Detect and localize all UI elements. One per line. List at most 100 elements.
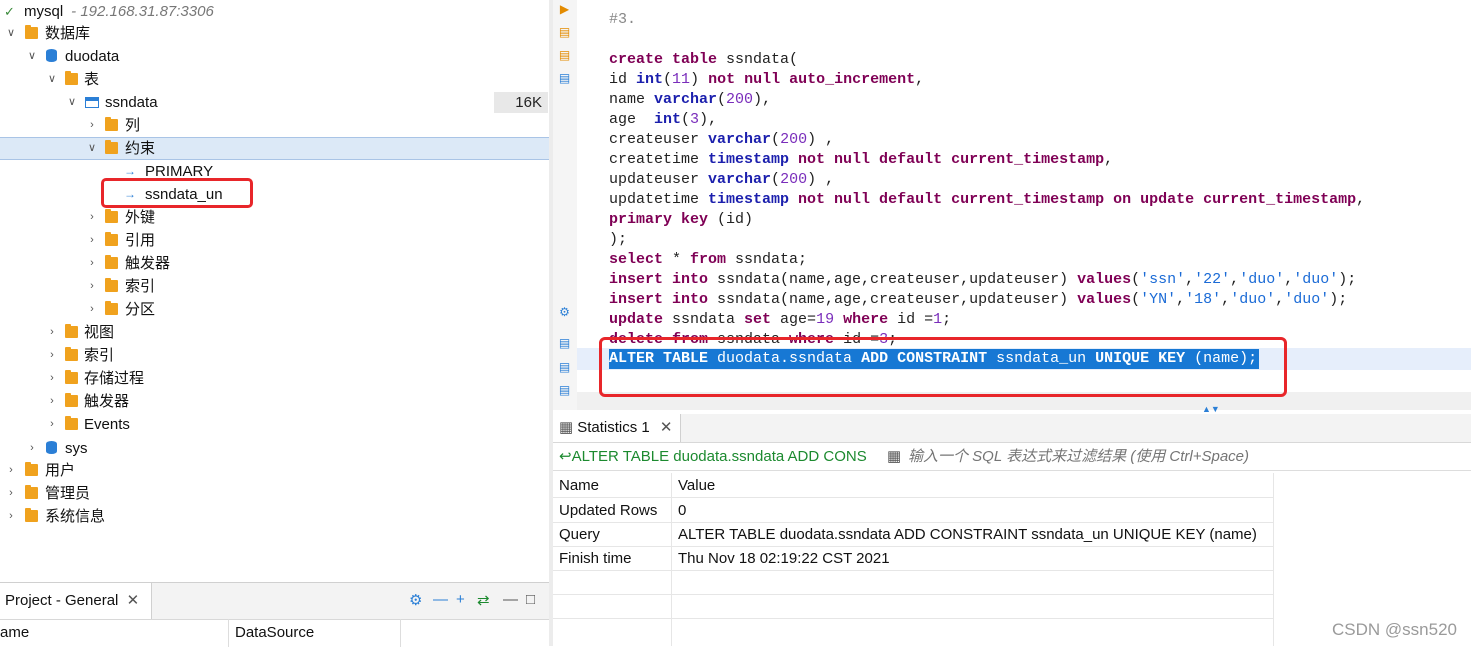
tree-item-references[interactable]: › 引用 (0, 229, 549, 252)
format-icon[interactable]: ▤ (558, 384, 571, 397)
tree-item-databases[interactable]: ∨ 数据库 (0, 22, 549, 45)
code-line: name varchar(200), (609, 91, 772, 108)
execute-icon[interactable]: ▶ (558, 3, 571, 16)
code-line: createuser varchar(200) , (609, 131, 835, 148)
tree-item-duodata[interactable]: ∨ duodata (0, 45, 549, 68)
code-line: ); (609, 231, 628, 248)
chevron-right-icon[interactable]: › (87, 206, 97, 229)
tree-item-views[interactable]: › 视图 (0, 321, 549, 344)
expand-icon[interactable]: + (456, 591, 465, 608)
tree-item-ssndata-un[interactable]: → ssndata_un (0, 183, 549, 206)
grid-divider (553, 570, 1273, 571)
tree-label: 表 (84, 71, 100, 88)
tree-item-events[interactable]: › Events (0, 413, 549, 436)
tree-label: 数据库 (45, 25, 91, 42)
chevron-down-icon[interactable]: ∨ (67, 91, 77, 114)
close-icon[interactable]: ✕ (127, 592, 140, 609)
maximize-icon[interactable]: □ (526, 591, 535, 608)
chevron-right-icon[interactable]: › (47, 321, 57, 344)
chevron-right-icon[interactable]: › (87, 114, 97, 137)
tables-folder-icon (65, 71, 78, 85)
cell-value[interactable]: 0 (678, 499, 686, 523)
chevron-down-icon[interactable]: ∨ (47, 68, 57, 91)
project-columns: ame DataSource (0, 619, 549, 647)
cell-name[interactable]: Updated Rows (559, 499, 657, 523)
tree-label: 存储过程 (84, 370, 145, 387)
tree-item-foreign-keys[interactable]: › 外键 (0, 206, 549, 229)
folder-icon (105, 255, 118, 269)
settings-gear-icon[interactable]: ⚙ (558, 306, 571, 319)
info-folder-icon (25, 508, 38, 522)
chevron-right-icon[interactable]: › (87, 252, 97, 275)
tree-connection-mysql[interactable]: ✓ mysql - 192.168.31.87:3306 (0, 0, 549, 23)
tree-item-tables[interactable]: ∨ 表 (0, 68, 549, 91)
new-file-icon[interactable]: ▤ (558, 361, 571, 374)
chevron-down-icon[interactable]: ∨ (27, 45, 37, 68)
tree-item-table-triggers[interactable]: › 触发器 (0, 252, 549, 275)
link-icon[interactable]: ⇄ (477, 591, 490, 609)
chevron-right-icon[interactable]: › (47, 390, 57, 413)
tree-item-sys[interactable]: › sys (0, 437, 549, 460)
tree-item-columns[interactable]: › 列 (0, 114, 549, 137)
collapse-icon[interactable]: — (433, 591, 448, 608)
gear-icon[interactable]: ⚙ (409, 591, 422, 609)
cell-value[interactable]: Thu Nov 18 02:19:22 CST 2021 (678, 547, 890, 571)
chevron-right-icon[interactable]: › (87, 275, 97, 298)
chevron-right-icon[interactable]: › (27, 437, 37, 460)
chevron-right-icon[interactable]: › (87, 229, 97, 252)
tree-label: 管理员 (45, 485, 91, 502)
tree-item-table-indexes[interactable]: › 索引 (0, 275, 549, 298)
tree-label: 外键 (125, 209, 156, 226)
tree-item-indexes[interactable]: › 索引 (0, 344, 549, 367)
panel-resize-arrows-icon[interactable]: ▲▼ (1202, 404, 1220, 414)
tree-item-triggers[interactable]: › 触发器 (0, 390, 549, 413)
header-name[interactable]: Name (559, 474, 599, 498)
query-icon: ↩ (559, 448, 572, 465)
column-name[interactable]: ame (0, 619, 229, 647)
chevron-right-icon[interactable]: › (87, 298, 97, 321)
export-icon[interactable]: ▤ (558, 337, 571, 350)
constraints-folder-icon (105, 140, 118, 154)
header-value[interactable]: Value (678, 474, 715, 498)
tree-label: 系统信息 (45, 508, 106, 525)
tree-item-sysinfo[interactable]: › 系统信息 (0, 505, 549, 528)
cell-name[interactable]: Query (559, 523, 600, 547)
tree-label: 索引 (125, 278, 156, 295)
chevron-right-icon[interactable]: › (47, 344, 57, 367)
chevron-down-icon[interactable]: ∨ (6, 22, 16, 45)
cell-name[interactable]: Finish time (559, 547, 632, 571)
tree-item-partitions[interactable]: › 分区 (0, 298, 549, 321)
tree-item-primary[interactable]: → PRIMARY (0, 160, 549, 183)
chevron-right-icon[interactable]: › (6, 459, 16, 482)
filter-input[interactable] (908, 443, 1448, 470)
tree-item-admin[interactable]: › 管理员 (0, 482, 549, 505)
users-folder-icon (25, 462, 38, 476)
filter-query-label[interactable]: ↩ALTER TABLE duodata.ssndata ADD CONS (559, 443, 867, 470)
admin-folder-icon (25, 485, 38, 499)
folder-icon (65, 416, 78, 430)
close-icon[interactable]: ✕ (660, 419, 673, 436)
database-navigator: ✓ mysql - 192.168.31.87:3306 ∨ 数据库 ∨ duod… (0, 0, 549, 580)
chevron-right-icon[interactable]: › (47, 413, 57, 436)
tab-statistics[interactable]: ▦ Statistics 1 ✕ (553, 414, 681, 442)
explain-plan-icon[interactable]: ▤ (558, 72, 571, 85)
minimize-icon[interactable]: — (503, 591, 518, 608)
chevron-right-icon[interactable]: › (6, 482, 16, 505)
tree-item-users[interactable]: › 用户 (0, 459, 549, 482)
grid-divider (553, 497, 1273, 498)
tree-item-procedures[interactable]: › 存储过程 (0, 367, 549, 390)
tab-label: Statistics 1 (577, 419, 650, 436)
sql-editor[interactable]: #3. create table ssndata( id int(11) not… (577, 0, 1471, 392)
cell-value[interactable]: ALTER TABLE duodata.ssndata ADD CONSTRAI… (678, 523, 1257, 547)
chevron-right-icon[interactable]: › (6, 505, 16, 528)
tree-item-constraints[interactable]: ∨ 约束 (0, 137, 549, 160)
tab-project-general[interactable]: Project - General ✕ (0, 583, 152, 619)
tree-item-ssndata[interactable]: ∨ ssndata (0, 91, 549, 114)
chevron-down-icon[interactable]: ∨ (87, 138, 97, 159)
chevron-right-icon[interactable]: › (47, 367, 57, 390)
execute-script-icon[interactable]: ▤ (558, 26, 571, 39)
column-datasource[interactable]: DataSource (229, 619, 401, 647)
expand-filter-icon[interactable]: ▦ (887, 443, 901, 470)
views-folder-icon (65, 324, 78, 338)
execute-new-tab-icon[interactable]: ▤ (558, 49, 571, 62)
